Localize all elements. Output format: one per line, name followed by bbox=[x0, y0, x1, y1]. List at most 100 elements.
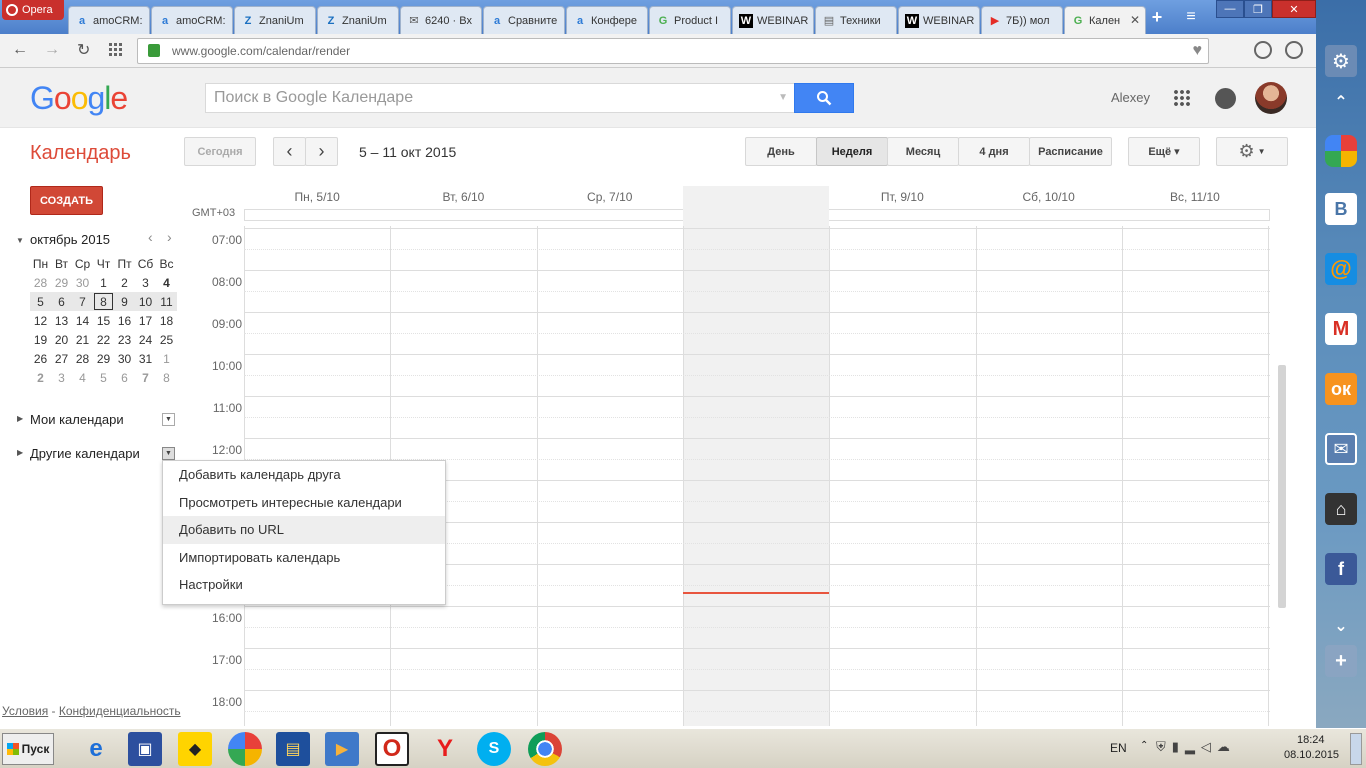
other-calendars-expand-icon[interactable]: ▶ bbox=[17, 448, 23, 457]
mail-ru-icon[interactable]: @ bbox=[1325, 253, 1357, 285]
mini-day[interactable]: 12 bbox=[30, 311, 51, 330]
day-header[interactable]: Вс, 11/10 bbox=[1122, 190, 1268, 204]
gmail-icon[interactable]: M bbox=[1325, 313, 1357, 345]
view-button[interactable]: Неделя bbox=[816, 137, 888, 166]
view-button[interactable]: День bbox=[745, 137, 817, 166]
my-calendars-menu-button[interactable]: ▼ bbox=[162, 413, 175, 426]
mail-envelope-icon[interactable]: ✉ bbox=[1325, 433, 1357, 465]
start-button[interactable]: Пуск bbox=[2, 733, 54, 765]
mini-day[interactable]: 30 bbox=[72, 273, 93, 292]
mini-day[interactable]: 16 bbox=[114, 311, 135, 330]
yandex-browser-icon[interactable]: Y bbox=[428, 732, 462, 766]
mini-day[interactable]: 6 bbox=[114, 368, 135, 387]
new-tab-icon[interactable]: + bbox=[1147, 7, 1167, 27]
day-header[interactable]: Ср, 7/10 bbox=[537, 190, 683, 204]
language-indicator[interactable]: EN bbox=[1110, 741, 1127, 755]
view-button[interactable]: Расписание bbox=[1029, 137, 1112, 166]
mini-day[interactable]: 4 bbox=[156, 273, 177, 292]
create-event-button[interactable]: СОЗДАТЬ bbox=[30, 186, 103, 215]
view-button[interactable]: 4 дня bbox=[958, 137, 1030, 166]
mini-day[interactable]: 1 bbox=[93, 273, 114, 292]
settings-button[interactable]: ⚙ ▼ bbox=[1216, 137, 1288, 166]
opera-taskbar-icon[interactable]: O bbox=[375, 732, 409, 766]
tab-close-icon[interactable]: ✕ bbox=[1130, 13, 1140, 27]
sidebar-settings-icon[interactable]: ⚙ bbox=[1325, 45, 1357, 77]
mini-day[interactable]: 30 bbox=[114, 349, 135, 368]
search-options-arrow-icon[interactable]: ▼ bbox=[778, 84, 788, 112]
show-desktop-button[interactable] bbox=[1350, 733, 1362, 765]
mini-day[interactable]: 6 bbox=[51, 292, 72, 311]
mini-day[interactable]: 5 bbox=[30, 292, 51, 311]
browser-tab[interactable]: a amoCRM: bbox=[151, 6, 233, 34]
browser-tab[interactable]: W WEBINAR bbox=[898, 6, 980, 34]
mini-day[interactable]: 22 bbox=[93, 330, 114, 349]
inbox-icon[interactable]: ⌂ bbox=[1325, 493, 1357, 525]
browser-tab[interactable]: Z ZnaniUm bbox=[234, 6, 316, 34]
chrome-icon[interactable] bbox=[528, 732, 562, 766]
browser-tab[interactable]: ✉ 6240 · Вх bbox=[400, 6, 482, 34]
media-player-icon[interactable]: ▶ bbox=[325, 732, 359, 766]
browser-tab[interactable]: W WEBINAR bbox=[732, 6, 814, 34]
other-calendars-label[interactable]: Другие календари bbox=[30, 446, 140, 461]
day-header[interactable]: Пн, 5/10 bbox=[244, 190, 390, 204]
mini-day[interactable]: 3 bbox=[51, 368, 72, 387]
mini-prev-month-icon[interactable]: ‹ bbox=[148, 229, 153, 245]
sidebar-scroll-down-icon[interactable]: ⌄ bbox=[1325, 610, 1357, 642]
more-button[interactable]: Ещё ▾ bbox=[1128, 137, 1200, 166]
mini-calendar-collapse-icon[interactable]: ▼ bbox=[16, 236, 24, 245]
mini-day[interactable]: 7 bbox=[72, 292, 93, 311]
reload-icon[interactable]: ↻ bbox=[77, 40, 90, 60]
mini-day[interactable]: 2 bbox=[114, 273, 135, 292]
mini-day[interactable]: 3 bbox=[135, 273, 156, 292]
calendar-search-input[interactable]: Поиск в Google Календаре ▼ bbox=[205, 83, 795, 113]
mini-day[interactable]: 5 bbox=[93, 368, 114, 387]
mini-calendar-title[interactable]: октябрь 2015 bbox=[30, 232, 110, 247]
day-header[interactable]: Сб, 10/10 bbox=[976, 190, 1122, 204]
sidebar-add-icon[interactable]: + bbox=[1325, 645, 1357, 677]
speed-dial-icon[interactable] bbox=[109, 42, 123, 56]
mini-day[interactable]: 28 bbox=[72, 349, 93, 368]
tray-expand-icon[interactable]: ⌃ bbox=[1140, 740, 1148, 751]
bat-app-icon[interactable]: ◆ bbox=[178, 732, 212, 766]
browser-tab[interactable]: a Конфере bbox=[566, 6, 648, 34]
mini-day[interactable]: 29 bbox=[51, 273, 72, 292]
internet-explorer-icon[interactable]: e bbox=[79, 732, 113, 766]
other-calendars-menu-button[interactable]: ▼ bbox=[162, 447, 175, 460]
menu-item[interactable]: Настройки bbox=[163, 571, 445, 599]
mini-day[interactable]: 24 bbox=[135, 330, 156, 349]
clock-time[interactable]: 18:24 bbox=[1297, 734, 1325, 746]
view-button[interactable]: Месяц bbox=[887, 137, 959, 166]
mini-day[interactable]: 21 bbox=[72, 330, 93, 349]
menu-item[interactable]: Добавить по URL bbox=[163, 516, 445, 544]
window-close-icon[interactable]: ✕ bbox=[1272, 0, 1316, 18]
back-icon[interactable]: ← bbox=[12, 41, 28, 59]
minimize-icon[interactable]: — bbox=[1216, 0, 1244, 18]
mini-day[interactable]: 23 bbox=[114, 330, 135, 349]
browser-tab[interactable]: G Product I bbox=[649, 6, 731, 34]
day-header[interactable]: Вт, 6/10 bbox=[390, 190, 536, 204]
mini-day[interactable]: 31 bbox=[135, 349, 156, 368]
download-icon[interactable] bbox=[1254, 41, 1272, 59]
mini-day[interactable]: 11 bbox=[156, 292, 177, 311]
mini-day[interactable]: 7 bbox=[135, 368, 156, 387]
grid-scrollbar[interactable] bbox=[1278, 365, 1286, 608]
address-field[interactable]: www.google.com/calendar/render ♥ bbox=[137, 38, 1209, 64]
prev-week-button[interactable]: ‹ bbox=[273, 137, 306, 166]
mini-day[interactable]: 28 bbox=[30, 273, 51, 292]
mini-day[interactable]: 20 bbox=[51, 330, 72, 349]
tab-list-icon[interactable]: ≡ bbox=[1180, 8, 1202, 26]
browser-tab[interactable]: a amoCRM: bbox=[68, 6, 150, 34]
mini-day[interactable]: 17 bbox=[135, 311, 156, 330]
google-logo[interactable]: Google bbox=[30, 80, 128, 117]
browser-tab[interactable]: Z ZnaniUm bbox=[317, 6, 399, 34]
bookmark-heart-icon[interactable]: ♥ bbox=[1193, 39, 1203, 63]
vk-icon[interactable]: В bbox=[1325, 193, 1357, 225]
mini-day[interactable]: 29 bbox=[93, 349, 114, 368]
mini-day[interactable]: 19 bbox=[30, 330, 51, 349]
my-calendars-label[interactable]: Мои календари bbox=[30, 412, 124, 427]
forward-icon[interactable]: → bbox=[44, 41, 60, 59]
floppy-save-icon[interactable]: ▣ bbox=[128, 732, 162, 766]
account-icon[interactable] bbox=[1285, 41, 1303, 59]
sidebar-scroll-up-icon[interactable]: ⌃ bbox=[1325, 86, 1357, 118]
opera-menu-button[interactable]: Opera bbox=[2, 0, 64, 20]
